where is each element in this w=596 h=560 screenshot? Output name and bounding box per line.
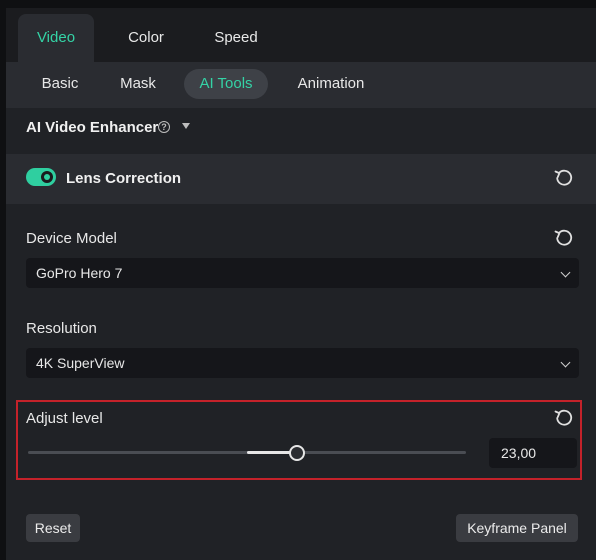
adjust-level-slider[interactable]	[28, 445, 466, 461]
chevron-down-icon	[560, 267, 571, 278]
tab-video[interactable]: Video	[18, 14, 94, 62]
device-model-label: Device Model	[26, 230, 117, 247]
lens-correction-label: Lens Correction	[66, 170, 182, 187]
tab-animation[interactable]: Animation	[286, 69, 376, 99]
resolution-select[interactable]: 4K SuperView	[26, 348, 579, 378]
lens-correction-row: Lens Correction	[6, 154, 596, 204]
tab-mask[interactable]: Mask	[106, 69, 170, 99]
resolution-value: 4K SuperView	[36, 355, 125, 371]
chevron-down-icon	[560, 357, 571, 368]
ai-video-enhancer-title: AI Video Enhancer	[26, 119, 159, 136]
device-model-value: GoPro Hero 7	[36, 265, 123, 281]
device-model-reset-icon[interactable]	[554, 228, 574, 248]
tab-ai-tools[interactable]: AI Tools	[184, 69, 268, 99]
sub-tab-bar: Basic Mask AI Tools Animation	[6, 62, 596, 108]
tab-color[interactable]: Color	[110, 14, 182, 62]
tab-basic[interactable]: Basic	[28, 69, 92, 99]
ai-video-enhancer-header[interactable]: AI Video Enhancer ?	[6, 108, 596, 154]
top-tab-bar: Video Color Speed	[6, 8, 596, 62]
resolution-label: Resolution	[26, 320, 97, 337]
device-model-select[interactable]: GoPro Hero 7	[26, 258, 579, 288]
adjust-level-input[interactable]	[489, 438, 577, 468]
keyframe-panel-button[interactable]: Keyframe Panel	[456, 514, 578, 542]
caret-down-icon[interactable]	[182, 123, 190, 129]
help-icon[interactable]: ?	[158, 121, 170, 133]
tab-speed[interactable]: Speed	[198, 14, 274, 62]
reset-icon[interactable]	[554, 168, 574, 188]
toggle-knob	[41, 171, 53, 183]
lens-correction-toggle[interactable]	[26, 168, 56, 186]
reset-button[interactable]: Reset	[26, 514, 80, 542]
